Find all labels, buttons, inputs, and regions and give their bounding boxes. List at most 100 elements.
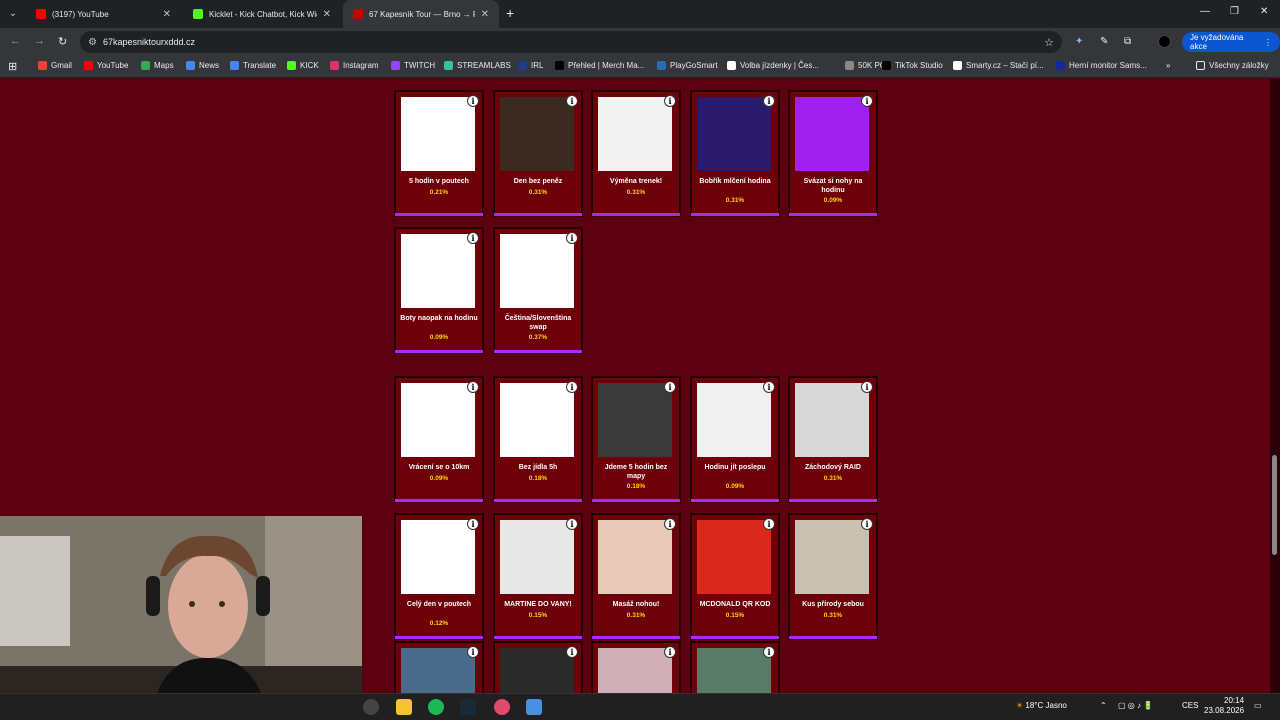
profile-avatar[interactable] (1158, 35, 1171, 48)
info-icon[interactable]: i (467, 381, 479, 393)
bookmark-item[interactable]: Translate (230, 61, 276, 70)
info-icon[interactable]: i (467, 646, 479, 658)
info-icon[interactable]: i (763, 646, 775, 658)
info-icon[interactable]: i (467, 95, 479, 107)
reward-card[interactable]: i Boty naopak na hodinu 0.09% (394, 227, 484, 354)
reward-card[interactable]: i (394, 641, 484, 693)
info-icon[interactable]: i (861, 95, 873, 107)
bookmark-item[interactable]: Maps (141, 61, 174, 70)
bookmark-item[interactable]: TikTok Studio (882, 61, 943, 70)
site-info-icon[interactable]: ⚙ (88, 37, 97, 48)
info-icon[interactable]: i (664, 518, 676, 530)
reward-card[interactable]: i Hodinu jít poslepu 0.09% (690, 376, 780, 503)
minimize-icon[interactable]: — (1200, 6, 1210, 17)
spotify-icon[interactable] (428, 699, 444, 715)
bookmark-item[interactable]: Smarty.cz – Stačí pí... (953, 61, 1044, 70)
reward-card[interactable]: i Vrácení se o 10km 0.09% (394, 376, 484, 503)
reward-card[interactable]: i MARTINE DO VANY! 0.15% (493, 513, 583, 640)
notification-icon[interactable]: ▭ (1254, 701, 1262, 710)
address-bar[interactable]: ⚙ ☆ (80, 31, 1062, 53)
info-icon[interactable]: i (467, 232, 479, 244)
reward-card[interactable]: i Masáž nohou! 0.31% (591, 513, 681, 640)
bookmark-item[interactable]: PlayGoSmart (657, 61, 718, 70)
bookmark-item[interactable]: Herní monitor Sams... (1056, 61, 1147, 70)
app-icon[interactable] (526, 699, 542, 715)
tray-chevron-icon[interactable]: ⌃ (1100, 701, 1107, 710)
puzzle-extensions-icon[interactable]: ⧉ (1124, 36, 1131, 47)
restore-icon[interactable]: ❐ (1230, 6, 1239, 17)
clock[interactable]: 20:14 23.08.2026 (1204, 696, 1244, 716)
tab-kicklet[interactable]: Kicklet - Kick Chatbot, Kick Wid ✕ (183, 0, 341, 28)
bookmarks-overflow-icon[interactable]: » (1166, 61, 1170, 70)
reward-card[interactable]: i Bobřík mlčení hodina 0.31% (690, 90, 780, 217)
info-icon[interactable]: i (861, 381, 873, 393)
new-tab-plus-icon[interactable]: + (506, 5, 514, 21)
bookmark-item[interactable]: IRL (518, 61, 543, 70)
tray-icons[interactable]: ▢ ◎ ♪ 🔋 (1118, 701, 1153, 710)
bookmark-item[interactable]: Volba jízdenky | Čes... (727, 61, 819, 70)
steam-icon[interactable] (460, 699, 476, 715)
bookmark-item[interactable]: KICK (287, 61, 319, 70)
extension-icon[interactable]: ✎ (1100, 36, 1108, 47)
reward-card[interactable]: i Jdeme 5 hodin bez mapy 0.18% (591, 376, 681, 503)
tab-youtube[interactable]: (3197) YouTube ✕ (26, 0, 181, 28)
reward-card[interactable]: i 5 hodin v poutech 0.21% (394, 90, 484, 217)
info-icon[interactable]: i (664, 95, 676, 107)
extension-icon[interactable]: ✦ (1075, 36, 1083, 47)
bookmark-item[interactable]: Gmail (38, 61, 72, 70)
info-icon[interactable]: i (763, 381, 775, 393)
scrollbar-thumb[interactable] (1272, 455, 1277, 555)
info-icon[interactable]: i (566, 232, 578, 244)
url-input[interactable] (102, 37, 963, 47)
info-icon[interactable]: i (861, 518, 873, 530)
back-arrow-icon[interactable]: ← (10, 35, 21, 47)
bookmark-item[interactable]: News (186, 61, 219, 70)
reload-icon[interactable]: ↻ (58, 35, 67, 48)
reward-card[interactable]: i (591, 641, 681, 693)
close-icon[interactable]: ✕ (163, 9, 171, 20)
info-icon[interactable]: i (566, 518, 578, 530)
tab-search-icon[interactable]: ⌄ (5, 5, 21, 21)
info-icon[interactable]: i (664, 646, 676, 658)
reward-card[interactable]: i Svázat si nohy na hodinu 0.09% (788, 90, 878, 217)
tab-active-kapesnik[interactable]: 67 Kapesník Tour — Brno → Pr ✕ (343, 0, 499, 28)
file-explorer-icon[interactable] (396, 699, 412, 715)
reward-card[interactable]: i Bez jídla 5h 0.18% (493, 376, 583, 503)
menu-kebab-icon[interactable]: ⋮ (1264, 38, 1272, 47)
close-icon[interactable]: ✕ (481, 9, 489, 20)
reward-card[interactable]: i (493, 641, 583, 693)
forward-arrow-icon[interactable]: → (34, 35, 45, 47)
bookmark-item[interactable]: STREAMLABS (444, 61, 511, 70)
all-bookmarks-button[interactable]: Všechny záložky (1196, 61, 1269, 70)
language-indicator[interactable]: CES (1182, 701, 1198, 710)
bookmark-item[interactable]: YouTube (84, 61, 128, 70)
action-required-button[interactable]: Je vyžadována akce ⋮ (1182, 32, 1280, 52)
discord-icon[interactable] (494, 699, 510, 715)
info-icon[interactable]: i (763, 518, 775, 530)
apps-grid-icon[interactable]: ⊞ (8, 60, 17, 73)
reward-card[interactable]: i Celý den v poutech 0.12% (394, 513, 484, 640)
bookmark-item[interactable]: Přehled | Merch Ma... (555, 61, 644, 70)
reward-card[interactable]: i Záchodový RAID 0.31% (788, 376, 878, 503)
info-icon[interactable]: i (763, 95, 775, 107)
info-icon[interactable]: i (566, 646, 578, 658)
close-icon[interactable]: ✕ (323, 9, 331, 20)
bookmark-item[interactable]: Instagram (330, 61, 379, 70)
info-icon[interactable]: i (566, 95, 578, 107)
info-icon[interactable]: i (566, 381, 578, 393)
reward-card[interactable]: i Kus přírody sebou 0.31% (788, 513, 878, 640)
task-view-icon[interactable] (363, 699, 379, 715)
reward-card[interactable]: i Výměna trenek! 0.31% (591, 90, 681, 217)
reward-card[interactable]: i Čeština/Slovenština swap 0.37% (493, 227, 583, 354)
scrollbar-track[interactable] (1270, 79, 1280, 693)
info-icon[interactable]: i (467, 518, 479, 530)
bookmark-star-icon[interactable]: ☆ (1044, 36, 1054, 49)
weather-widget[interactable]: ☀ 18°C Jasno (1016, 701, 1067, 710)
reward-card[interactable]: i MCDONALD QR KOD 0.15% (690, 513, 780, 640)
bookmark-item[interactable]: TWITCH (391, 61, 435, 70)
reward-card[interactable]: i (690, 641, 780, 693)
info-icon[interactable]: i (664, 381, 676, 393)
bookmark-item[interactable]: 50K PC (845, 61, 886, 70)
window-close-icon[interactable]: ✕ (1260, 6, 1268, 17)
reward-card[interactable]: i Den bez peněz 0.31% (493, 90, 583, 217)
